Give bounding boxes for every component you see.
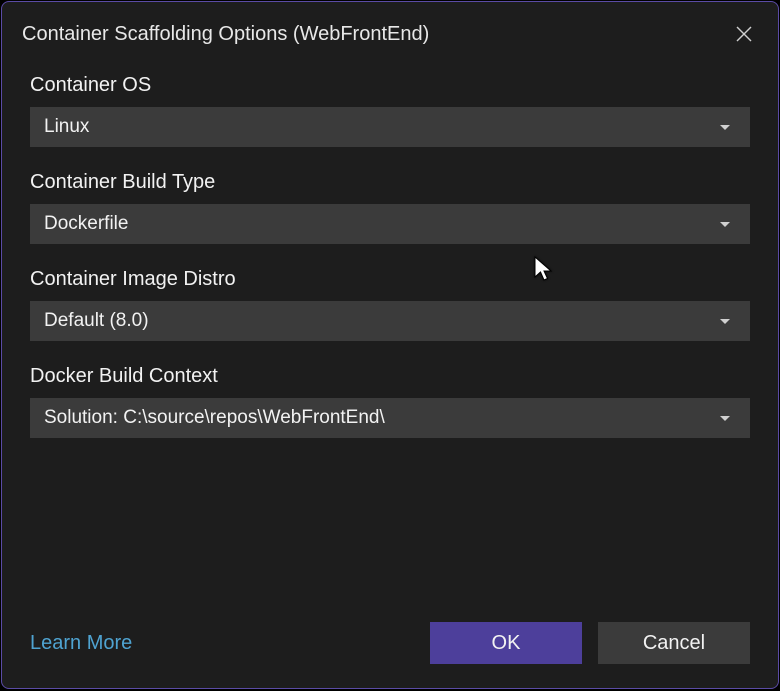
dialog-title: Container Scaffolding Options (WebFrontE… bbox=[22, 23, 429, 46]
build-context-label: Docker Build Context bbox=[30, 365, 750, 388]
build-type-select[interactable]: Dockerfile bbox=[30, 204, 750, 244]
chevron-down-icon bbox=[720, 125, 730, 130]
build-type-value: Dockerfile bbox=[44, 213, 128, 235]
build-context-value: Solution: C:\source\repos\WebFrontEnd\ bbox=[44, 407, 385, 429]
dialog-footer: Learn More OK Cancel bbox=[2, 604, 778, 688]
field-build-context: Docker Build Context Solution: C:\source… bbox=[30, 365, 750, 438]
build-context-select[interactable]: Solution: C:\source\repos\WebFrontEnd\ bbox=[30, 398, 750, 438]
field-build-type: Container Build Type Dockerfile bbox=[30, 171, 750, 244]
container-os-select[interactable]: Linux bbox=[30, 107, 750, 147]
container-os-value: Linux bbox=[44, 116, 89, 138]
ok-button[interactable]: OK bbox=[430, 622, 582, 664]
image-distro-select[interactable]: Default (8.0) bbox=[30, 301, 750, 341]
chevron-down-icon bbox=[720, 319, 730, 324]
learn-more-link[interactable]: Learn More bbox=[30, 632, 132, 655]
field-image-distro: Container Image Distro Default (8.0) bbox=[30, 268, 750, 341]
image-distro-label: Container Image Distro bbox=[30, 268, 750, 291]
dialog-titlebar: Container Scaffolding Options (WebFrontE… bbox=[2, 2, 778, 58]
dialog-content: Container OS Linux Container Build Type … bbox=[2, 58, 778, 604]
cancel-button[interactable]: Cancel bbox=[598, 622, 750, 664]
build-type-label: Container Build Type bbox=[30, 171, 750, 194]
container-scaffolding-dialog: Container Scaffolding Options (WebFrontE… bbox=[1, 1, 779, 689]
image-distro-value: Default (8.0) bbox=[44, 310, 149, 332]
close-button[interactable] bbox=[730, 20, 758, 48]
field-container-os: Container OS Linux bbox=[30, 74, 750, 147]
close-icon bbox=[735, 25, 753, 43]
chevron-down-icon bbox=[720, 416, 730, 421]
container-os-label: Container OS bbox=[30, 74, 750, 97]
chevron-down-icon bbox=[720, 222, 730, 227]
